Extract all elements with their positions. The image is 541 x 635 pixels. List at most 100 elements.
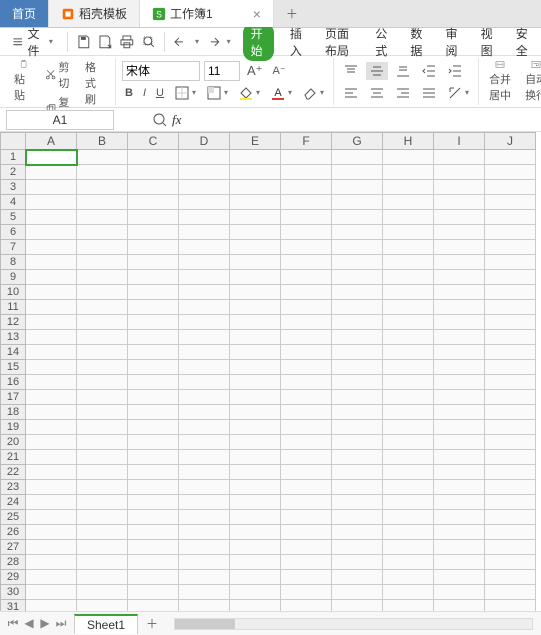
cell[interactable]	[179, 570, 230, 585]
cell[interactable]	[383, 195, 434, 210]
cell[interactable]	[332, 240, 383, 255]
cell[interactable]	[26, 300, 77, 315]
row-header[interactable]: 11	[0, 300, 26, 315]
cell[interactable]	[485, 270, 536, 285]
cell[interactable]	[434, 345, 485, 360]
cell[interactable]	[383, 435, 434, 450]
row-header[interactable]: 3	[0, 180, 26, 195]
row-header[interactable]: 21	[0, 450, 26, 465]
cell[interactable]	[485, 360, 536, 375]
cell[interactable]	[128, 390, 179, 405]
decrease-indent-button[interactable]	[418, 62, 440, 80]
row-header[interactable]: 8	[0, 255, 26, 270]
cell[interactable]	[77, 540, 128, 555]
cell[interactable]	[230, 300, 281, 315]
cell[interactable]	[485, 240, 536, 255]
cell[interactable]	[230, 405, 281, 420]
cell[interactable]	[383, 525, 434, 540]
cell[interactable]	[434, 195, 485, 210]
font-name-select[interactable]	[122, 61, 200, 81]
cell[interactable]	[77, 240, 128, 255]
cell[interactable]	[230, 570, 281, 585]
cell[interactable]	[281, 150, 332, 165]
cell[interactable]	[281, 210, 332, 225]
row-header[interactable]: 29	[0, 570, 26, 585]
cell[interactable]	[179, 270, 230, 285]
cell[interactable]	[179, 360, 230, 375]
cell[interactable]	[281, 555, 332, 570]
cell[interactable]	[383, 225, 434, 240]
cell[interactable]	[485, 300, 536, 315]
cell[interactable]	[77, 450, 128, 465]
cell[interactable]	[230, 465, 281, 480]
cell[interactable]	[230, 435, 281, 450]
redo-dropdown[interactable]: ▾	[227, 37, 231, 46]
cell[interactable]	[179, 165, 230, 180]
cell[interactable]	[434, 240, 485, 255]
row-header[interactable]: 13	[0, 330, 26, 345]
cell[interactable]	[383, 345, 434, 360]
cell[interactable]	[26, 390, 77, 405]
cell[interactable]	[26, 405, 77, 420]
cell[interactable]	[26, 180, 77, 195]
paste-button[interactable]: 粘贴	[10, 58, 38, 105]
cell[interactable]	[26, 420, 77, 435]
row-header[interactable]: 12	[0, 315, 26, 330]
cell[interactable]	[434, 315, 485, 330]
tab-home[interactable]: 首页	[0, 0, 49, 27]
cell[interactable]	[26, 255, 77, 270]
border-button[interactable]: ▾	[171, 84, 199, 102]
cell[interactable]	[26, 285, 77, 300]
cell[interactable]	[77, 180, 128, 195]
cell[interactable]	[128, 345, 179, 360]
cell[interactable]	[383, 315, 434, 330]
cell[interactable]	[179, 525, 230, 540]
cell[interactable]	[281, 285, 332, 300]
cell[interactable]	[332, 555, 383, 570]
cell[interactable]	[281, 195, 332, 210]
cell[interactable]	[230, 255, 281, 270]
save-button[interactable]	[76, 32, 92, 52]
cell[interactable]	[128, 405, 179, 420]
cell[interactable]	[230, 390, 281, 405]
cell[interactable]	[383, 300, 434, 315]
cell[interactable]	[26, 360, 77, 375]
row-header[interactable]: 5	[0, 210, 26, 225]
tab-template[interactable]: 稻壳模板	[49, 0, 140, 27]
cell[interactable]	[383, 375, 434, 390]
cell[interactable]	[434, 225, 485, 240]
cell[interactable]	[383, 540, 434, 555]
cell[interactable]	[485, 150, 536, 165]
cell[interactable]	[383, 495, 434, 510]
row-header[interactable]: 19	[0, 420, 26, 435]
row-header[interactable]: 28	[0, 555, 26, 570]
cell[interactable]	[179, 405, 230, 420]
row-header[interactable]: 30	[0, 585, 26, 600]
justify-button[interactable]	[418, 84, 440, 102]
cell[interactable]	[230, 345, 281, 360]
cell[interactable]	[281, 390, 332, 405]
cell[interactable]	[434, 270, 485, 285]
cell[interactable]	[485, 225, 536, 240]
cell[interactable]	[332, 435, 383, 450]
cell[interactable]	[383, 450, 434, 465]
cell[interactable]	[281, 240, 332, 255]
cell[interactable]	[179, 465, 230, 480]
cell[interactable]	[77, 480, 128, 495]
cell[interactable]	[383, 390, 434, 405]
cell[interactable]	[128, 510, 179, 525]
row-header[interactable]: 4	[0, 195, 26, 210]
menu-insert[interactable]: 插入	[286, 23, 309, 61]
cell[interactable]	[128, 180, 179, 195]
cell[interactable]	[77, 525, 128, 540]
cell[interactable]	[26, 375, 77, 390]
cell[interactable]	[281, 570, 332, 585]
cell[interactable]	[383, 405, 434, 420]
cell[interactable]	[26, 465, 77, 480]
column-header[interactable]: H	[383, 132, 434, 150]
align-center-button[interactable]	[366, 84, 388, 102]
cell[interactable]	[230, 585, 281, 600]
cell[interactable]	[230, 375, 281, 390]
cell[interactable]	[332, 465, 383, 480]
menu-view[interactable]: 视图	[477, 23, 500, 61]
